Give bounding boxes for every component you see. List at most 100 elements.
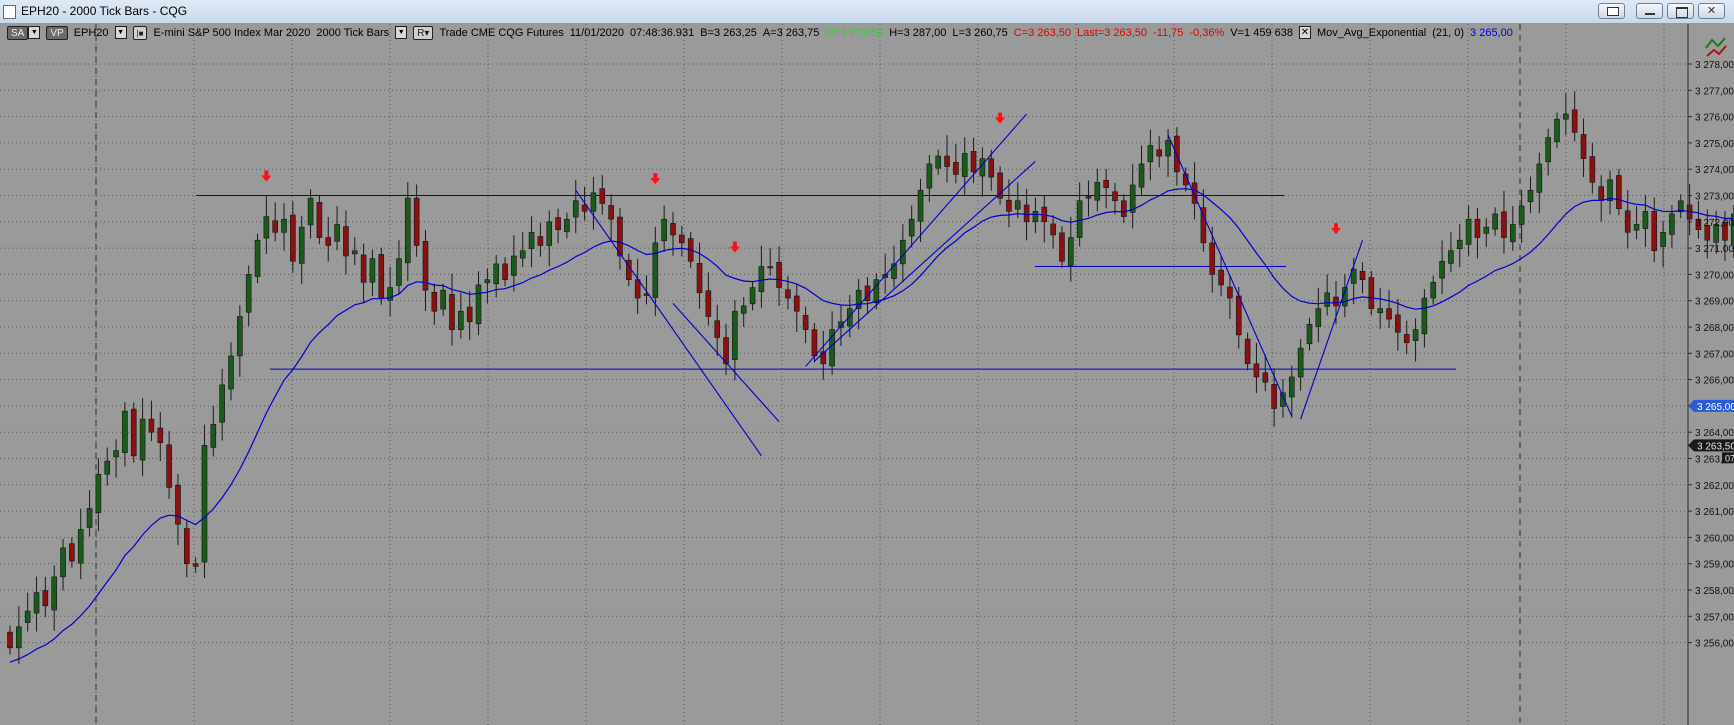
drawing-tools-icon[interactable] xyxy=(1704,34,1728,58)
candle xyxy=(793,284,800,332)
up-candle-body xyxy=(201,445,208,563)
candle xyxy=(440,283,446,316)
candle xyxy=(749,280,756,311)
open-value: O=3 273,50 xyxy=(825,26,884,39)
down-candle-body xyxy=(802,315,809,330)
price-axis: 3 278,00 3 277,00 3 276,00 3 275,00 3 274,00… xyxy=(1687,24,1734,725)
candle xyxy=(192,557,199,573)
up-candle-body xyxy=(1633,224,1640,231)
candle xyxy=(378,247,385,305)
down-candle-body xyxy=(1580,134,1587,159)
instrument-info-icon[interactable]: |■ xyxy=(132,25,148,40)
candle xyxy=(511,235,517,292)
maximize-button[interactable] xyxy=(1667,3,1694,19)
candle xyxy=(1580,118,1587,178)
candle xyxy=(16,606,22,664)
up-candle-body xyxy=(228,355,234,390)
price-tick-label: 3 260,00 xyxy=(1695,533,1734,544)
last-value: Last=3 263,50 xyxy=(1076,26,1148,39)
sa-button[interactable]: SA xyxy=(7,25,29,40)
remove-study-icon[interactable]: ✕ xyxy=(1298,26,1311,39)
down-candle-body xyxy=(1598,186,1604,202)
candle xyxy=(572,179,579,234)
up-candle-body xyxy=(758,266,765,293)
low-value: L=3 260,75 xyxy=(952,26,1008,39)
price-tick-label: 3 261,00 xyxy=(1695,507,1734,518)
restore-window-icon[interactable] xyxy=(1598,3,1625,19)
price-tick-label: 3 274,00 xyxy=(1695,165,1734,176)
symbol-label: EPH20 xyxy=(73,26,109,39)
price-chart[interactable]: 3 278,00 3 277,00 3 276,00 3 275,00 3 274,00… xyxy=(0,24,1734,725)
bar-type-dropdown-icon[interactable]: ▼ xyxy=(395,26,408,39)
down-candle-body xyxy=(1085,196,1092,199)
up-candle-body xyxy=(519,250,526,259)
vp-button[interactable]: VP xyxy=(46,25,68,40)
candle xyxy=(1510,206,1516,251)
price-tick-label: 3 271,00 xyxy=(1695,244,1734,255)
candle xyxy=(1448,232,1454,273)
close-button[interactable] xyxy=(1698,3,1725,19)
down-candle-body xyxy=(502,263,508,280)
symbol-dropdown-icon[interactable]: ▼ xyxy=(114,26,127,39)
price-tick-label: 3 269,00 xyxy=(1695,297,1734,308)
candle xyxy=(272,202,279,242)
candle xyxy=(564,212,570,239)
down-candle-body xyxy=(811,329,818,357)
candle xyxy=(1403,320,1410,355)
sa-dropdown-icon[interactable]: ▼ xyxy=(28,26,41,39)
chart-toolbar: SA ▼ VP EPH20 ▼ |■ E-mini S&P 500 Index … xyxy=(7,24,1513,41)
trend-line xyxy=(814,160,1036,362)
up-candle-body xyxy=(51,576,58,611)
up-candle-body xyxy=(77,529,84,564)
up-candle-body xyxy=(1492,213,1498,230)
signal-arrow-icon xyxy=(729,241,740,253)
down-candle-body xyxy=(466,306,473,323)
candle xyxy=(184,519,190,578)
up-candle-body xyxy=(1545,137,1551,163)
date-label: 11/01/2020 xyxy=(569,26,624,39)
candle xyxy=(1041,195,1048,243)
candle xyxy=(767,248,774,276)
countdown-label: 07 xyxy=(1725,453,1734,463)
up-candle-body xyxy=(1421,297,1428,335)
up-candle-body xyxy=(749,287,756,305)
down-candle-body xyxy=(555,217,561,230)
candle xyxy=(891,245,897,288)
up-candle-body xyxy=(113,450,119,458)
up-candle-body xyxy=(210,424,217,448)
r-button[interactable]: R▾ xyxy=(413,25,434,40)
down-candle-body xyxy=(360,254,367,283)
ema-21-line xyxy=(9,188,1734,663)
candle xyxy=(33,576,40,632)
up-candle-body xyxy=(511,255,517,276)
candle xyxy=(608,194,614,240)
down-candle-body xyxy=(413,197,420,246)
candle xyxy=(325,216,332,262)
up-candle-body xyxy=(767,266,774,269)
up-candle-body xyxy=(1165,139,1171,157)
candle xyxy=(617,208,623,270)
price-tick-label: 3 270,00 xyxy=(1695,270,1734,281)
candle xyxy=(546,210,553,267)
candle xyxy=(758,245,765,308)
price-tick-label: 3 273,00 xyxy=(1695,192,1734,203)
up-candle-body xyxy=(484,279,491,284)
up-candle-body xyxy=(404,197,411,264)
up-candle-body xyxy=(829,329,835,367)
down-candle-body xyxy=(1218,269,1224,286)
up-candle-body xyxy=(1518,205,1525,225)
signal-arrow-icon xyxy=(995,112,1006,124)
minimize-button[interactable] xyxy=(1636,3,1663,19)
up-candle-body xyxy=(1068,237,1074,266)
candle xyxy=(484,268,491,304)
study-params: (21, 0) xyxy=(1432,26,1465,39)
down-candle-body xyxy=(599,188,606,204)
candle xyxy=(449,273,455,346)
candle xyxy=(1094,168,1101,212)
instrument-description: E-mini S&P 500 Index Mar 2020 xyxy=(153,26,311,39)
candle xyxy=(404,182,411,282)
price-tick-label: 3 266,00 xyxy=(1695,376,1734,387)
trend-line xyxy=(805,113,1028,367)
candle xyxy=(104,447,111,486)
up-candle-body xyxy=(1306,324,1313,345)
